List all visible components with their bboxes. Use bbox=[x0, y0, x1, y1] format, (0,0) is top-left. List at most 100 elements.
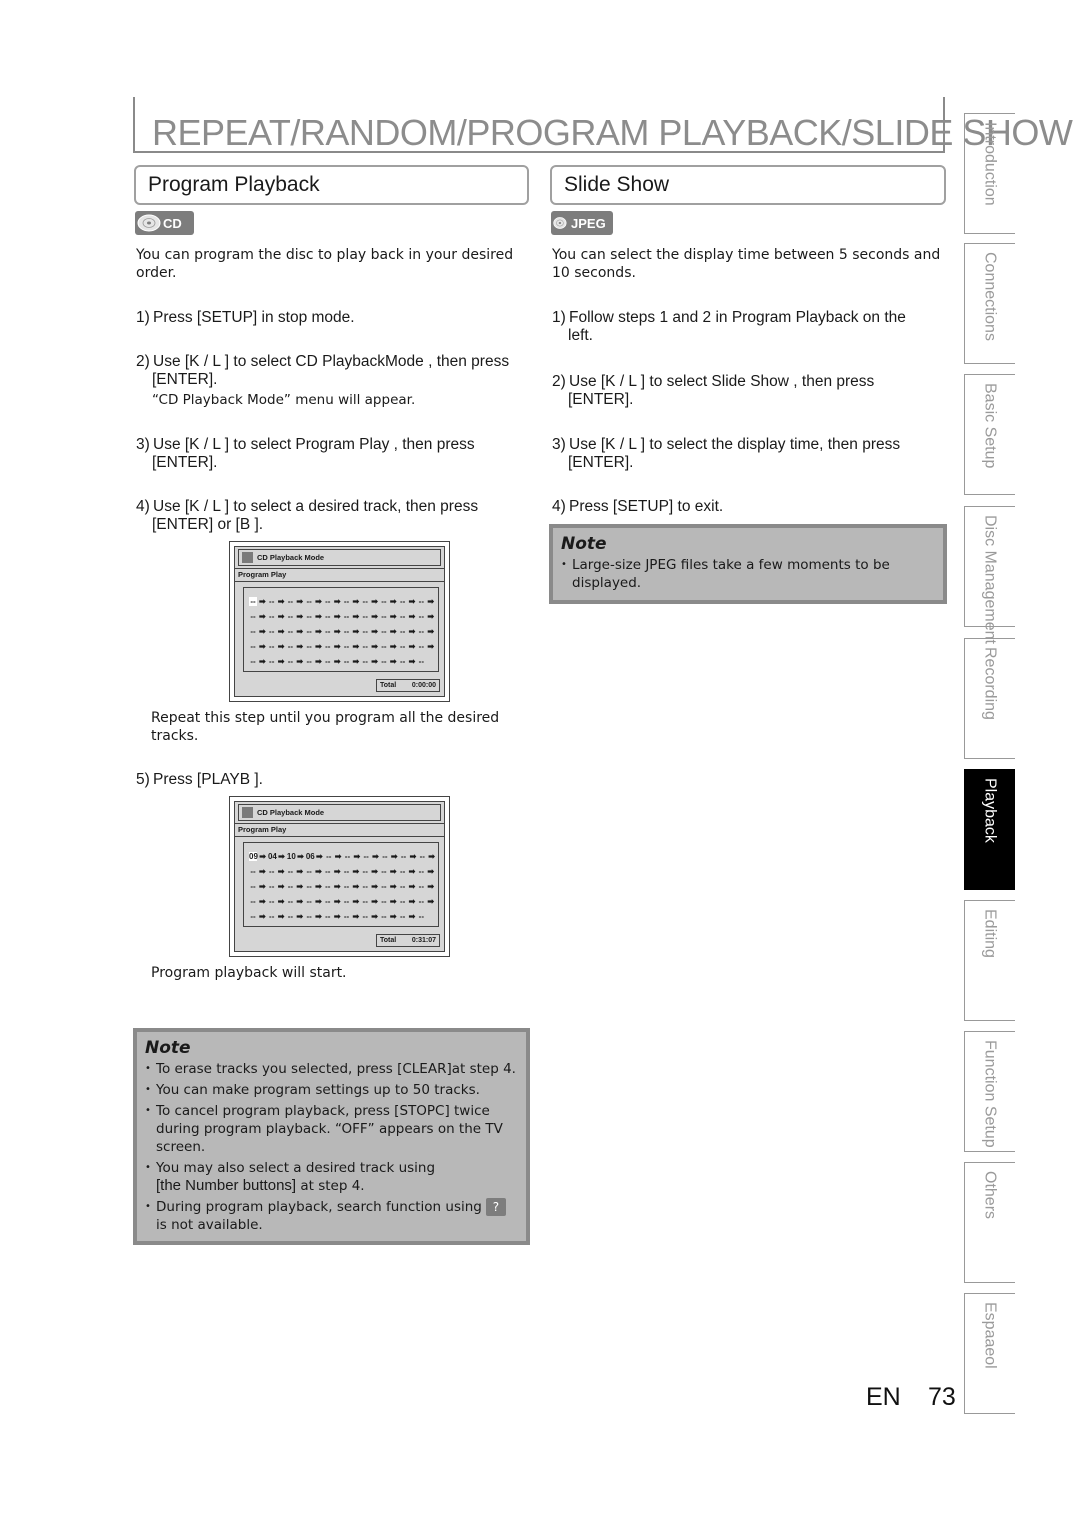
tab-label: Disc Management bbox=[981, 515, 999, 644]
arrow-right-icon: ➡ bbox=[353, 852, 361, 861]
right-step-1: 1) Follow steps 1 and 2 in Program Playba… bbox=[552, 309, 906, 344]
tab-label: Others bbox=[981, 1171, 999, 1220]
track-slot: -- bbox=[362, 597, 368, 606]
arrow-right-icon: ➡ bbox=[371, 867, 378, 876]
arrow-right-icon: ➡ bbox=[352, 912, 360, 921]
track-row: -- ➡ -- ➡ -- ➡ -- ➡ -- ➡ -- ➡ -- ➡ -- ➡ -- ➡ -- ➡ bbox=[249, 609, 436, 624]
note-item: Large-size JPEG files take a few moments… bbox=[561, 556, 935, 592]
tab-introduction[interactable]: Introduction bbox=[964, 113, 1015, 234]
track-slot: 10 bbox=[286, 852, 296, 861]
track-slot: -- bbox=[399, 912, 406, 921]
track-slot: -- bbox=[287, 657, 294, 666]
arrow-right-icon: ➡ bbox=[296, 912, 304, 921]
arrow-right-icon: ➡ bbox=[334, 852, 342, 861]
arrow-right-icon: ➡ bbox=[315, 657, 322, 666]
track-row: -- ➡ -- ➡ -- ➡ -- ➡ -- ➡ -- ➡ -- ➡ -- ➡ -- ➡ -- ➡ bbox=[249, 879, 436, 894]
track-slot: -- bbox=[269, 627, 275, 636]
arrow-right-icon: ➡ bbox=[409, 852, 417, 861]
osd-total: Total 0:00:00 bbox=[376, 679, 440, 692]
arrow-right-icon: ➡ bbox=[389, 612, 397, 621]
track-slot: -- bbox=[326, 852, 332, 861]
track-row: -- ➡ -- ➡ -- ➡ -- ➡ -- ➡ -- ➡ -- ➡ -- ➡ -- ➡ -- ➡ bbox=[249, 864, 436, 879]
track-slot: -- bbox=[399, 642, 406, 651]
osd-header: CD Playback Mode bbox=[238, 549, 441, 566]
track-slot: -- bbox=[250, 657, 256, 666]
tab-label: Function Setup bbox=[981, 1040, 999, 1148]
left-step-2: 2) Use [K / L ] to select CD PlaybackMode… bbox=[136, 353, 510, 388]
track-grid: -- ➡ -- ➡ -- ➡ -- ➡ -- ➡ -- ➡ -- ➡ -- ➡ -- ➡ -- ➡ -- ➡ -- ➡ -- ➡ -… bbox=[243, 587, 439, 672]
section-header-program-playback: Program Playback bbox=[134, 165, 529, 205]
tab-label: Espaaeol bbox=[981, 1302, 999, 1369]
arrow-right-icon: ➡ bbox=[259, 852, 266, 861]
track-slot: -- bbox=[287, 627, 294, 636]
track-slot: -- bbox=[269, 597, 275, 606]
track-slot: -- bbox=[418, 657, 424, 666]
tab-others[interactable]: Others bbox=[964, 1162, 1015, 1283]
arrow-right-icon: ➡ bbox=[352, 897, 360, 906]
track-slot: -- bbox=[250, 867, 256, 876]
tab-recording[interactable]: Recording bbox=[964, 638, 1015, 759]
track-slot: -- bbox=[287, 912, 294, 921]
track-slot: -- bbox=[343, 882, 350, 891]
track-slot: -- bbox=[362, 612, 368, 621]
track-slot: -- bbox=[362, 867, 368, 876]
right-step-4: 4) Press [SETUP] to exit. bbox=[552, 498, 724, 515]
arrow-right-icon: ➡ bbox=[333, 657, 341, 666]
arrow-right-icon: ➡ bbox=[371, 912, 378, 921]
track-slot: -- bbox=[362, 642, 368, 651]
note-title: Note bbox=[145, 1038, 191, 1058]
track-slot: -- bbox=[325, 597, 331, 606]
tab-basic-setup[interactable]: Basic Setup bbox=[964, 374, 1015, 495]
track-slot: -- bbox=[363, 852, 369, 861]
arrow-right-icon: ➡ bbox=[372, 852, 379, 861]
note-item: To erase tracks you selected, press [CLE… bbox=[145, 1060, 518, 1078]
track-slot: -- bbox=[306, 627, 312, 636]
arrow-right-icon: ➡ bbox=[371, 612, 378, 621]
track-slot: -- bbox=[325, 657, 331, 666]
tab-playback[interactable]: Playback bbox=[964, 769, 1015, 890]
tab-disc-management[interactable]: Disc Management bbox=[964, 506, 1015, 644]
arrow-right-icon: ➡ bbox=[408, 882, 416, 891]
left-intro: You can program the disc to play back in… bbox=[136, 247, 514, 281]
arrow-right-icon: ➡ bbox=[277, 597, 285, 606]
tab-editing[interactable]: Editing bbox=[964, 900, 1015, 1021]
arrow-right-icon: ➡ bbox=[259, 897, 266, 906]
track-slot: -- bbox=[343, 912, 350, 921]
track-slot: -- bbox=[381, 657, 387, 666]
track-slot: 04 bbox=[267, 852, 277, 861]
track-slot: -- bbox=[287, 897, 294, 906]
track-slot: -- bbox=[418, 627, 424, 636]
track-slot: -- bbox=[362, 627, 368, 636]
arrow-right-icon: ➡ bbox=[333, 882, 341, 891]
track-slot: -- bbox=[418, 882, 424, 891]
arrow-right-icon: ➡ bbox=[427, 867, 435, 876]
arrow-right-icon: ➡ bbox=[277, 642, 285, 651]
arrow-right-icon: ➡ bbox=[428, 852, 435, 861]
arrow-right-icon: ➡ bbox=[352, 882, 360, 891]
track-slot: -- bbox=[399, 867, 406, 876]
track-slot: -- bbox=[362, 882, 368, 891]
tab-function-setup[interactable]: Function Setup bbox=[964, 1031, 1015, 1152]
tab-espaaeol[interactable]: Espaaeol bbox=[964, 1293, 1015, 1414]
track-slot: -- bbox=[306, 657, 312, 666]
note-title: Note bbox=[561, 534, 607, 554]
right-intro: You can select the display time between … bbox=[552, 247, 941, 281]
note-item: To cancel program playback, press [STOPC… bbox=[145, 1102, 518, 1156]
track-slot: -- bbox=[325, 627, 331, 636]
jpeg-badge-label: JPEG bbox=[571, 215, 606, 231]
track-slot: -- bbox=[381, 882, 387, 891]
arrow-right-icon: ➡ bbox=[389, 642, 397, 651]
note-item: During program playback, search function… bbox=[145, 1198, 518, 1234]
track-slot: -- bbox=[418, 867, 424, 876]
disc-icon bbox=[553, 217, 567, 229]
arrow-right-icon: ➡ bbox=[371, 642, 378, 651]
track-slot: -- bbox=[362, 912, 368, 921]
arrow-right-icon: ➡ bbox=[297, 852, 304, 861]
arrow-right-icon: ➡ bbox=[259, 642, 266, 651]
track-slot: -- bbox=[343, 867, 350, 876]
track-slot: -- bbox=[399, 897, 406, 906]
left-step-5: 5) Press [PLAYB ]. bbox=[136, 771, 263, 788]
tab-connections[interactable]: Connections bbox=[964, 243, 1015, 364]
track-slot: -- bbox=[418, 642, 424, 651]
track-slot: -- bbox=[269, 912, 275, 921]
